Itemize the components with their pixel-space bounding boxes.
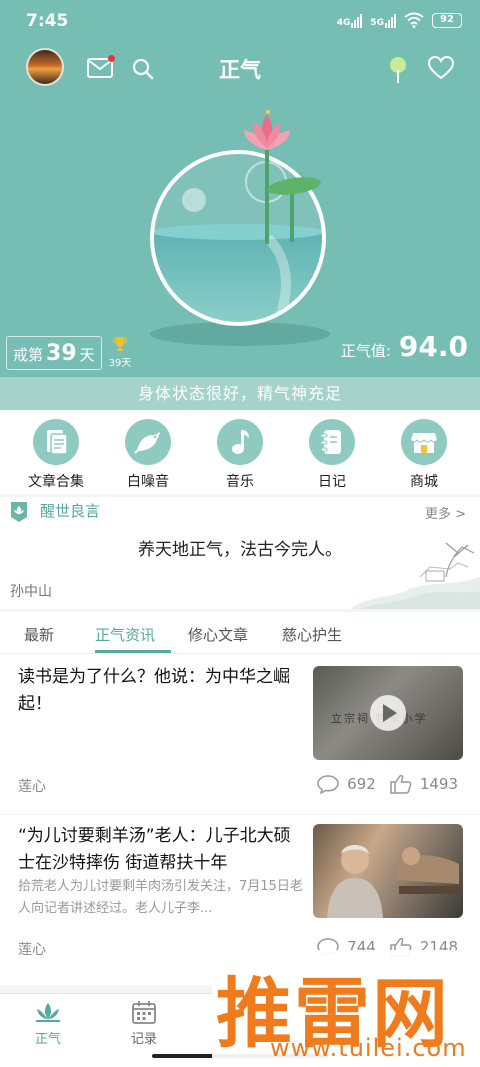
status-bar: 7:45 4G 5G 92 <box>0 0 480 42</box>
streak-prefix: 戒第 <box>13 346 44 364</box>
quick-link-label: 文章合集 <box>28 474 84 490</box>
quote-section-title: 醒世良言 <box>40 502 101 520</box>
quick-link-label: 白噪音 <box>127 474 169 490</box>
quick-link-shop[interactable]: 商城 <box>384 410 464 494</box>
body-status-banner: 身体状态很好，精气神充足 <box>0 377 480 410</box>
streak-days: 39 <box>46 341 77 366</box>
more-link[interactable]: 更多 > <box>425 503 466 522</box>
article-title: 读书是为了什么？他说：为中华之崛起！ <box>18 667 290 714</box>
quote-author: 孙中山 <box>10 584 52 600</box>
active-tab-indicator <box>95 650 171 653</box>
comment-count: 692 <box>347 775 376 793</box>
top-nav: 正气 <box>0 46 480 90</box>
score-label: 正气值: <box>340 342 391 360</box>
article-thumbnail[interactable] <box>313 824 463 918</box>
nav-zhengqi[interactable]: 正气 <box>18 1000 78 1047</box>
signal-5g-icon: 5G <box>370 12 396 28</box>
calendar-icon <box>132 1001 156 1024</box>
battery-icon: 92 <box>432 12 462 28</box>
shop-icon <box>401 419 447 465</box>
play-icon[interactable] <box>370 695 406 731</box>
tab-zhengqi-news[interactable]: 正气资讯 <box>95 624 155 645</box>
status-icons: 4G 5G 92 <box>337 12 462 28</box>
article-thumbnail[interactable]: 立宗祠 牧羊小学 <box>313 666 463 760</box>
network-label-1: 4G <box>336 18 351 28</box>
bird-icon <box>125 419 171 465</box>
like-count: 1493 <box>419 775 458 793</box>
trophy-days: 39天 <box>108 358 132 369</box>
article-summary: 拾荒老人为儿讨要剩羊肉汤引发关注，7月15日老人向记者讲述经过。老人儿子李... <box>18 879 303 916</box>
lotus-flower-icon <box>244 110 321 244</box>
quick-links: 文章合集 白噪音 音乐 日记 商城 <box>0 410 480 494</box>
article-title: “为儿讨要剩羊汤”老人：儿子北大硕士在沙特摔伤 街道帮扶十年 <box>18 826 291 873</box>
watermark: 推雷网 www.tuilei.com <box>212 950 480 1067</box>
article-author: 莲心 <box>18 942 46 958</box>
news-tabs: 最新 正气资讯 修心文章 慈心护生 <box>0 612 480 654</box>
trophy-icon <box>112 337 128 351</box>
tree-icon[interactable] <box>388 56 408 84</box>
heart-icon[interactable] <box>428 56 454 80</box>
tab-compassion[interactable]: 慈心护生 <box>282 624 342 645</box>
quick-link-label: 日记 <box>318 474 346 490</box>
article-stats: 692 1493 <box>317 774 458 794</box>
article-card[interactable]: 读书是为了什么？他说：为中华之崛起！ 莲心 692 1493 立宗祠 牧羊小学 <box>0 654 480 814</box>
score-value: 94.0 <box>398 330 468 363</box>
quick-link-label: 商城 <box>410 474 438 490</box>
nav-records[interactable]: 记录 <box>114 1000 174 1047</box>
document-icon <box>33 419 79 465</box>
streak-counter[interactable]: 戒第 39 天 <box>6 336 102 370</box>
quote-card[interactable]: 醒世良言 更多 > 养天地正气，法古今完人。 孙中山 <box>0 497 480 609</box>
watermark-url: www.tuilei.com <box>270 1034 467 1062</box>
comment-icon[interactable] <box>317 774 339 794</box>
page-title: 正气 <box>219 58 261 82</box>
quick-link-white-noise[interactable]: 白噪音 <box>108 410 188 494</box>
quick-link-music[interactable]: 音乐 <box>200 410 280 494</box>
streak-suffix: 天 <box>79 346 95 364</box>
lotus-nav-icon <box>36 1003 60 1022</box>
article-author: 莲心 <box>18 779 46 795</box>
music-note-icon <box>217 419 263 465</box>
quick-link-articles[interactable]: 文章合集 <box>16 410 96 494</box>
quick-link-label: 音乐 <box>226 474 254 490</box>
lotus-badge-icon <box>11 502 27 522</box>
trophy-record[interactable]: 39天 <box>106 336 134 369</box>
status-time: 7:45 <box>26 11 69 31</box>
wifi-icon <box>404 12 424 28</box>
signal-4g-icon: 4G <box>337 12 363 28</box>
tab-latest[interactable]: 最新 <box>24 624 54 645</box>
elderly-woman-photo <box>327 845 461 918</box>
nav-label: 正气 <box>34 1032 61 1047</box>
zhengqi-score: 正气值: 94.0 <box>341 330 468 363</box>
hero-section: 7:45 4G 5G 92 正气 戒第 39 天 39天 正气值: 94.0 身… <box>0 0 480 410</box>
notebook-icon <box>309 419 355 465</box>
network-label-2: 5G <box>370 18 384 28</box>
quick-link-diary[interactable]: 日记 <box>292 410 372 494</box>
ink-landscape-art <box>350 542 480 609</box>
thumbs-up-icon[interactable] <box>390 774 412 794</box>
nav-label: 记录 <box>130 1032 157 1047</box>
tab-mind-articles[interactable]: 修心文章 <box>188 624 248 645</box>
